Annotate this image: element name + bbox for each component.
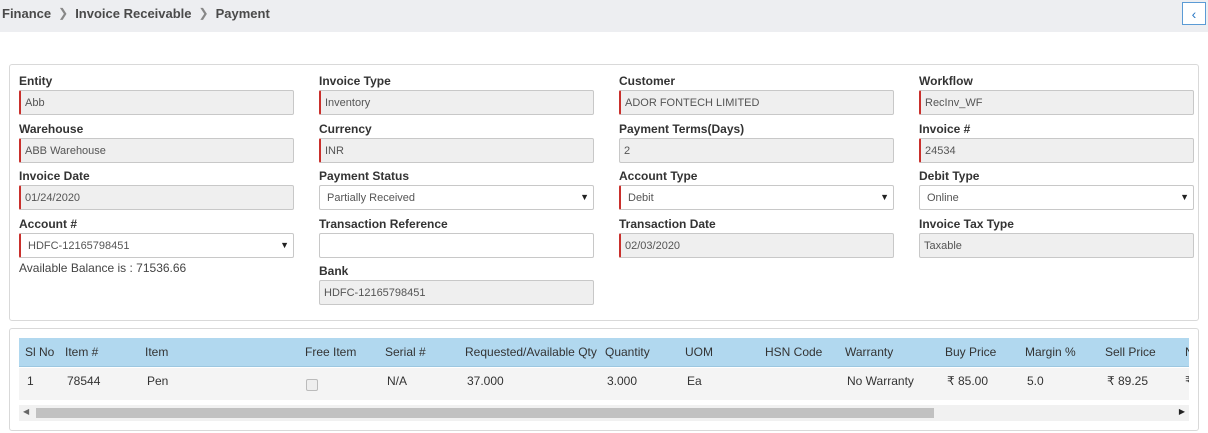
bank-label: Bank [319,264,349,278]
cell-buy-price: ₹ 85.00 [947,374,988,388]
invoice-no-value: 24534 [925,144,956,157]
column-header-item-no: Item # [65,345,99,359]
warehouse-label: Warehouse [19,122,84,136]
invoice-tax-type-value: Taxable [924,239,962,252]
account-no-select[interactable]: HDFC-12165798451 ▼ [19,233,294,258]
free-item-checkbox[interactable] [306,379,318,391]
account-no-value: HDFC-12165798451 [28,239,130,252]
scroll-right-icon[interactable]: ▶ [1179,407,1185,416]
account-type-value: Debit [628,191,654,204]
column-header-free-item: Free Item [305,345,357,359]
bank-field[interactable]: HDFC-12165798451 [319,280,594,305]
invoice-date-label: Invoice Date [19,169,90,183]
cell-quantity: 3.000 [607,374,638,388]
invoice-type-value: Inventory [325,96,371,109]
column-header-buy-price: Buy Price [945,345,997,359]
payment-status-value: Partially Received [327,191,416,204]
column-header-uom: UOM [685,345,713,359]
invoice-tax-type-label: Invoice Tax Type [919,217,1014,231]
entity-value: Abb [25,96,45,109]
payment-terms-label: Payment Terms(Days) [619,122,745,136]
column-header-next: N [1185,345,1189,359]
transaction-date-label: Transaction Date [619,217,716,231]
account-type-select[interactable]: Debit ▼ [619,185,894,210]
column-header-hsn-code: HSN Code [765,345,823,359]
cell-sell-price: ₹ 89.25 [1107,374,1148,388]
cell-item-no: 78544 [67,374,101,388]
customer-value: ADOR FONTECH LIMITED [625,96,760,109]
payment-status-select[interactable]: Partially Received ▼ [319,185,594,210]
invoice-date-value: 01/24/2020 [25,191,81,204]
account-type-label: Account Type [619,169,698,183]
cell-item: Pen [147,374,169,388]
transaction-date-field[interactable]: 02/03/2020 [619,233,894,258]
invoice-tax-type-field[interactable]: Taxable [919,233,1194,258]
invoice-no-field[interactable]: 24534 [919,138,1194,163]
customer-field[interactable]: ADOR FONTECH LIMITED [619,90,894,115]
debit-type-select[interactable]: Online ▼ [919,185,1194,210]
breadcrumb-item-finance[interactable]: Finance [2,6,51,21]
chevron-right-icon: ❯ [198,6,209,20]
workflow-value: RecInv_WF [925,96,983,109]
cell-req-avail-qty: 37.000 [467,374,504,388]
dropdown-arrow-icon: ▼ [280,240,289,250]
chevron-left-icon: ‹ [1191,5,1197,22]
bank-value: HDFC-12165798451 [324,286,426,299]
cell-serial: N/A [387,374,408,388]
column-header-quantity: Quantity [605,345,650,359]
debit-type-value: Online [927,191,959,204]
dropdown-arrow-icon: ▼ [1180,192,1189,202]
invoice-no-label: Invoice # [919,122,971,136]
debit-type-label: Debit Type [919,169,980,183]
available-balance-text: Available Balance is : 71536.66 [19,261,187,275]
column-header-req-avail-qty: Requested/Available Qty [465,345,597,359]
entity-field[interactable]: Abb [19,90,294,115]
breadcrumb-item-invoice-receivable[interactable]: Invoice Receivable [75,6,191,21]
transaction-date-value: 02/03/2020 [625,239,681,252]
cell-margin: 5.0 [1027,374,1044,388]
dropdown-arrow-icon: ▼ [880,192,889,202]
column-header-sl-no: Sl No [25,345,55,359]
workflow-label: Workflow [919,74,973,88]
column-header-warranty: Warranty [845,345,894,359]
top-bar: Finance ❯ Invoice Receivable ❯ Payment ‹ [0,0,1208,32]
breadcrumb: Finance ❯ Invoice Receivable ❯ Payment [2,5,270,21]
cell-next: ₹ [1185,374,1189,388]
currency-label: Currency [319,122,372,136]
dropdown-arrow-icon: ▼ [580,192,589,202]
payment-terms-field[interactable]: 2 [619,138,894,163]
column-header-sell-price: Sell Price [1105,345,1156,359]
currency-field[interactable]: INR [319,138,594,163]
account-no-label: Account # [19,217,78,231]
cell-sl-no: 1 [27,374,34,388]
scrollbar-thumb[interactable] [36,408,934,418]
transaction-reference-input[interactable] [319,233,594,258]
customer-label: Customer [619,74,676,88]
column-header-margin: Margin % [1025,345,1076,359]
warehouse-field[interactable]: ABB Warehouse [19,138,294,163]
cell-warranty: No Warranty [847,374,914,388]
payment-terms-value: 2 [624,144,631,157]
collapse-button[interactable]: ‹ [1182,2,1206,25]
invoice-date-field[interactable]: 01/24/2020 [19,185,294,210]
transaction-reference-label: Transaction Reference [319,217,448,231]
invoice-type-field[interactable]: Inventory [319,90,594,115]
horizontal-scrollbar[interactable]: ◀ ▶ [19,405,1189,421]
currency-value: INR [325,144,344,157]
items-table-header: Sl No Item # Item Free Item Serial # Req… [19,338,1189,367]
column-header-item: Item [145,345,169,359]
payment-status-label: Payment Status [319,169,410,183]
table-row: 1 78544 Pen N/A 37.000 3.000 Ea No Warra… [19,368,1189,400]
chevron-right-icon: ❯ [58,6,69,20]
invoice-type-label: Invoice Type [319,74,391,88]
cell-uom: Ea [687,374,702,388]
warehouse-value: ABB Warehouse [25,144,106,157]
column-header-serial: Serial # [385,345,426,359]
entity-label: Entity [19,74,53,88]
workflow-field[interactable]: RecInv_WF [919,90,1194,115]
breadcrumb-item-payment: Payment [215,5,270,21]
scroll-left-icon[interactable]: ◀ [23,407,29,416]
